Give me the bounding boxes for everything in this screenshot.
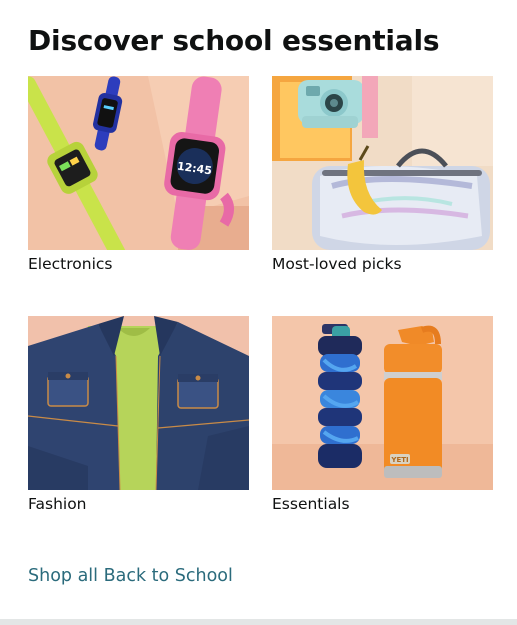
tile-label: Essentials: [272, 495, 350, 513]
tile-electronics[interactable]: 12:45 Electronics: [28, 76, 250, 274]
tile-essentials[interactable]: YETI Essentials: [272, 316, 494, 514]
tile-most-loved-picks[interactable]: Most-loved picks: [272, 76, 494, 274]
tile-fashion[interactable]: Fashion: [28, 316, 250, 514]
essentials-image: YETI: [272, 316, 493, 490]
tile-label: Most-loved picks: [272, 255, 402, 273]
tile-label: Electronics: [28, 255, 113, 273]
fashion-image: [28, 316, 249, 490]
shop-all-back-to-school-link[interactable]: Shop all Back to School: [28, 564, 233, 588]
svg-text:YETI: YETI: [390, 456, 408, 464]
card-title: Discover school essentials: [28, 24, 440, 57]
section-divider: [0, 619, 517, 625]
discover-school-essentials-card: Discover school essentials 12:45 Electro…: [0, 0, 517, 619]
most-loved-picks-image: [272, 76, 493, 250]
electronics-image: 12:45: [28, 76, 249, 250]
tile-label: Fashion: [28, 495, 87, 513]
